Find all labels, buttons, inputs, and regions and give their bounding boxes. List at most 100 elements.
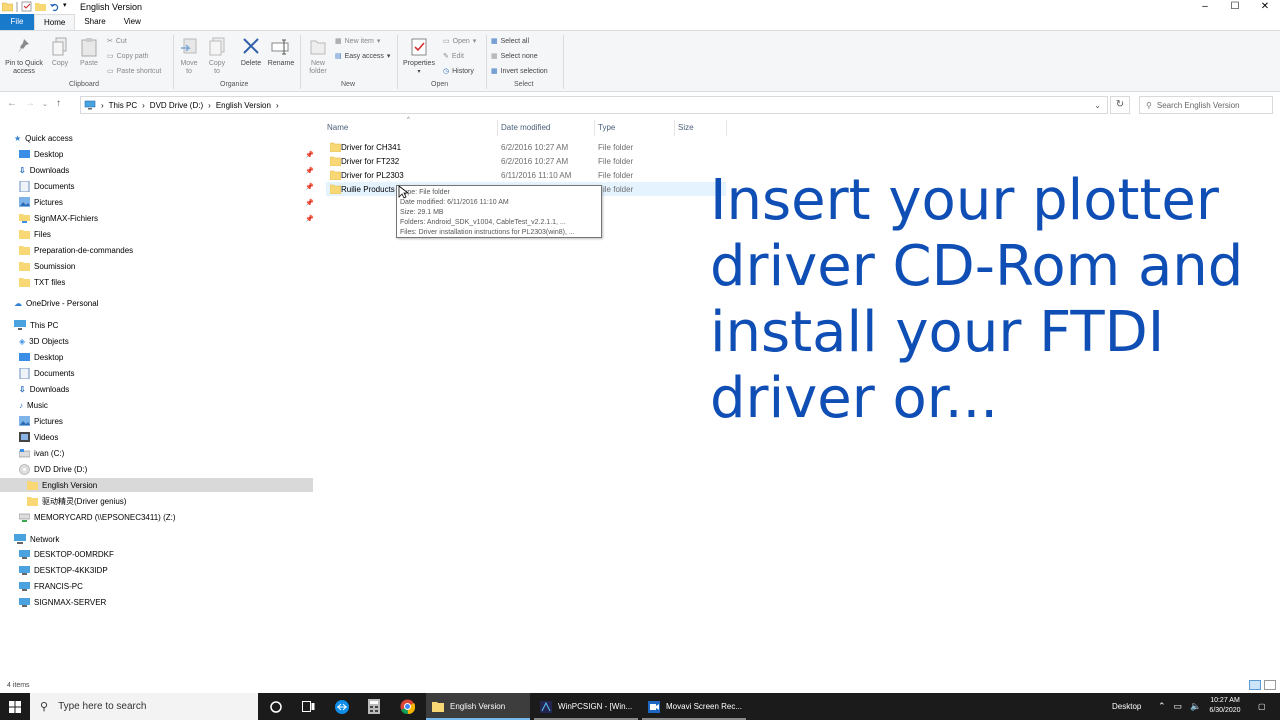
nav-this-pc[interactable]: This PC: [14, 318, 58, 332]
nav-qa-preparation[interactable]: Preparation-de-commandes: [19, 243, 133, 257]
nav-network-francis-pc[interactable]: FRANCIS-PC: [19, 579, 83, 593]
pin-icon[interactable]: 📌: [305, 167, 314, 175]
cut-button[interactable]: ✂ Cut: [107, 35, 127, 47]
up-arrow-icon[interactable]: ↑: [56, 98, 61, 109]
rename-button[interactable]: Rename: [267, 37, 295, 68]
tab-share[interactable]: Share: [75, 14, 114, 30]
start-button[interactable]: [0, 693, 30, 720]
nav-qa-documents[interactable]: Documents: [19, 179, 74, 193]
nav-pc-videos[interactable]: Videos: [19, 430, 58, 444]
address-field[interactable]: › This PC › DVD Drive (D:) › English Ver…: [80, 96, 1108, 114]
undo-icon[interactable]: [49, 1, 60, 12]
task-view-button[interactable]: [292, 693, 324, 720]
chrome-button[interactable]: [391, 693, 423, 720]
copy-to-button[interactable]: Copy to: [205, 37, 229, 76]
customize-dropdown-icon[interactable]: ▾: [63, 1, 71, 12]
column-divider[interactable]: [594, 120, 595, 136]
copy-button[interactable]: Copy: [50, 37, 70, 68]
move-to-button[interactable]: Move to: [177, 37, 201, 76]
column-header-type[interactable]: Type: [598, 123, 615, 132]
taskbar-app-explorer[interactable]: English Version: [426, 693, 530, 720]
nav-network[interactable]: Network: [14, 532, 59, 546]
column-header-size[interactable]: Size: [678, 123, 694, 132]
search-input[interactable]: ⚲ Search English Version: [1139, 96, 1273, 114]
invert-selection-button[interactable]: ▦ Invert selection: [491, 65, 548, 77]
nav-network-signmax-server[interactable]: SIGNMAX-SERVER: [19, 595, 106, 609]
table-row[interactable]: Driver for CH341 6/2/2016 10:27 AM File …: [326, 140, 726, 154]
nav-qa-pictures[interactable]: Pictures: [19, 195, 63, 209]
nav-english-version[interactable]: English Version: [0, 478, 313, 492]
edit-button[interactable]: ✎ Edit: [443, 50, 464, 62]
history-button[interactable]: ◷ History: [443, 65, 474, 77]
nav-pc-3d-objects[interactable]: ◈ 3D Objects: [19, 334, 69, 348]
refresh-button[interactable]: ↻: [1110, 96, 1130, 114]
nav-pc-downloads[interactable]: ⇩ Downloads: [19, 382, 69, 396]
pin-icon[interactable]: 📌: [305, 199, 314, 207]
tab-view[interactable]: View: [115, 14, 150, 30]
nav-pc-music[interactable]: ♪ Music: [19, 398, 48, 412]
new-item-button[interactable]: ▦ New item ▾: [335, 35, 380, 47]
nav-pc-documents[interactable]: Documents: [19, 366, 74, 380]
properties-check-icon[interactable]: [21, 1, 32, 12]
minimize-button[interactable]: –: [1190, 0, 1220, 14]
column-divider[interactable]: [726, 120, 727, 136]
teamviewer-button[interactable]: [326, 693, 358, 720]
nav-qa-txt-files[interactable]: TXT files: [19, 275, 65, 289]
nav-pc-drive-c[interactable]: ivan (C:): [19, 446, 64, 460]
delete-button[interactable]: Delete: [239, 37, 263, 68]
nav-quick-access[interactable]: ★ Quick access: [14, 131, 73, 145]
notifications-button[interactable]: ▢: [1258, 693, 1266, 720]
back-arrow-icon[interactable]: ←: [7, 98, 17, 109]
nav-network-desktop-0omrdkf[interactable]: DESKTOP-0OMRDKF: [19, 547, 114, 561]
nav-pc-desktop[interactable]: Desktop: [19, 350, 63, 364]
copy-path-button[interactable]: ▭ Copy path: [107, 50, 149, 62]
column-divider[interactable]: [674, 120, 675, 136]
show-hidden-icons-icon[interactable]: ⌃: [1158, 701, 1166, 712]
address-dropdown-icon[interactable]: ⌄: [1094, 101, 1101, 110]
properties-button[interactable]: Properties ▾: [401, 37, 437, 76]
large-icons-view-icon[interactable]: [1264, 680, 1276, 690]
select-all-button[interactable]: ▦ Select all: [491, 35, 529, 47]
table-row[interactable]: Driver for FT232 6/2/2016 10:27 AM File …: [326, 154, 726, 168]
nav-qa-signmax[interactable]: SignMAX-Fichiers: [19, 211, 98, 225]
column-divider[interactable]: [497, 120, 498, 136]
nav-pc-pictures[interactable]: Pictures: [19, 414, 63, 428]
new-folder-small-icon[interactable]: [35, 1, 46, 12]
network-status-icon[interactable]: ▭: [1174, 701, 1183, 712]
nav-memorycard[interactable]: MEMORYCARD (\\EPSONEC3411) (Z:): [19, 510, 176, 524]
recent-chevron-icon[interactable]: ⌄: [42, 100, 48, 108]
close-button[interactable]: ✕: [1250, 0, 1280, 14]
forward-arrow-icon[interactable]: →: [25, 98, 35, 109]
easy-access-button[interactable]: ▤ Easy access ▾: [335, 50, 390, 62]
breadcrumb-dvd-drive[interactable]: DVD Drive (D:): [150, 101, 203, 110]
taskbar-app-movavi[interactable]: Movavi Screen Rec...: [642, 693, 746, 720]
nav-qa-downloads[interactable]: ⇩ Downloads: [19, 163, 69, 177]
column-header-date-modified[interactable]: Date modified: [501, 123, 550, 132]
open-button[interactable]: ▭ Open ▾: [443, 35, 476, 47]
details-view-icon[interactable]: [1249, 680, 1261, 690]
nav-qa-desktop[interactable]: Desktop: [19, 147, 63, 161]
desktop-toolbar[interactable]: Desktop: [1112, 693, 1141, 720]
cortana-button[interactable]: [260, 693, 292, 720]
nav-qa-soumission[interactable]: Soumission: [19, 259, 75, 273]
select-none-button[interactable]: ▦ Select none: [491, 50, 538, 62]
taskbar-app-winpcsign[interactable]: WinPCSIGN - [Win...: [534, 693, 638, 720]
new-folder-button[interactable]: New folder: [304, 37, 332, 76]
nav-qa-files[interactable]: Files: [19, 227, 51, 241]
pin-icon[interactable]: 📌: [305, 151, 314, 159]
clock[interactable]: 10:27 AM 6/30/2020: [1200, 696, 1250, 716]
taskbar-search-input[interactable]: ⚲ Type here to search: [30, 693, 258, 720]
nav-onedrive[interactable]: ☁ OneDrive - Personal: [14, 296, 98, 310]
column-header-name[interactable]: Name: [327, 123, 348, 132]
breadcrumb-this-pc[interactable]: This PC: [109, 101, 137, 110]
table-row[interactable]: Driver for PL2303 6/11/2016 11:10 AM Fil…: [326, 168, 726, 182]
pin-icon[interactable]: 📌: [305, 183, 314, 191]
nav-network-desktop-4kk3idp[interactable]: DESKTOP-4KK3IDP: [19, 563, 108, 577]
calculator-button[interactable]: [358, 693, 390, 720]
paste-button[interactable]: Paste: [77, 37, 101, 68]
pin-icon[interactable]: 📌: [305, 215, 314, 223]
pin-quick-access-button[interactable]: Pin to Quick access: [2, 37, 46, 76]
tab-file[interactable]: File: [0, 14, 34, 30]
nav-driver-genius[interactable]: 驱动精灵(Driver genius): [27, 494, 126, 508]
breadcrumb-english-version[interactable]: English Version: [216, 101, 271, 110]
